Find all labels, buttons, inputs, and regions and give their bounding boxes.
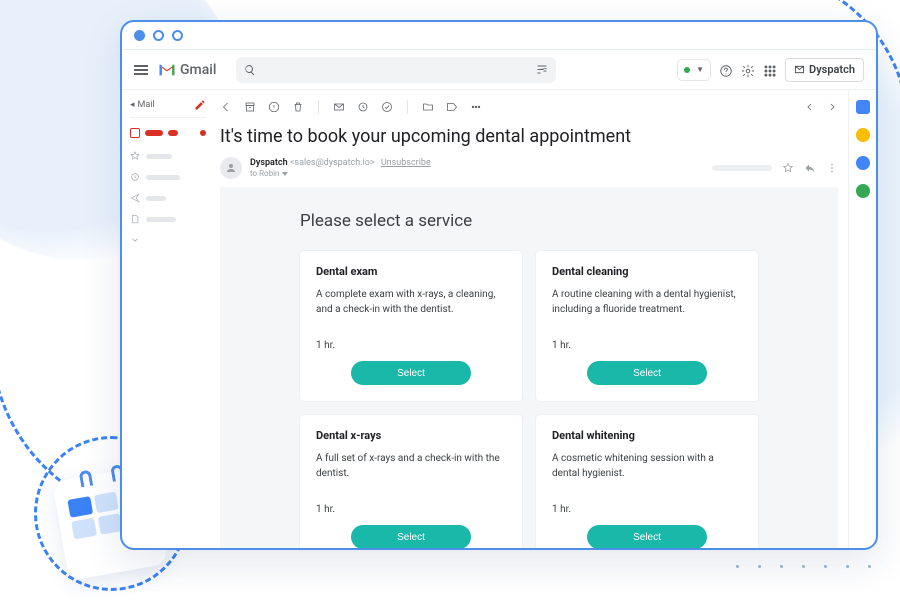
window-control-min[interactable] <box>153 30 164 41</box>
envelope-icon <box>794 64 805 75</box>
draft-icon <box>130 214 140 224</box>
status-selector[interactable]: ▼ <box>677 59 711 81</box>
service-duration: 1 hr. <box>552 504 742 515</box>
gmail-logo-text: Gmail <box>180 62 216 78</box>
calendar-addon-icon[interactable] <box>856 100 870 114</box>
label-icon[interactable] <box>446 101 458 113</box>
service-desc: A cosmetic whitening session with a dent… <box>552 452 742 490</box>
gmail-header: Gmail ▼ Dyspatch <box>122 50 876 90</box>
select-button[interactable]: Select <box>351 525 471 548</box>
archive-icon[interactable] <box>244 101 256 113</box>
spam-icon[interactable] <box>268 101 280 113</box>
gmail-m-icon <box>158 63 176 77</box>
move-icon[interactable] <box>422 101 434 113</box>
service-duration: 1 hr. <box>316 504 506 515</box>
back-icon[interactable] <box>220 101 232 113</box>
prev-msg-icon[interactable] <box>804 101 816 113</box>
sender-row: Dyspatch <sales@dyspatch.io> Unsubscribe… <box>220 157 838 179</box>
sidebar-item-starred[interactable] <box>130 148 206 164</box>
inbox-checkbox-icon <box>130 128 140 138</box>
select-button[interactable]: Select <box>587 525 707 548</box>
sidebar-inbox-tab[interactable] <box>130 124 206 142</box>
reply-icon[interactable] <box>804 162 816 174</box>
service-title: Dental x-rays <box>316 429 506 442</box>
sidebar-item-drafts[interactable] <box>130 211 206 227</box>
service-card: Dental exam A complete exam with x-rays,… <box>300 251 522 401</box>
clock-icon <box>130 172 140 182</box>
service-title: Dental exam <box>316 265 506 278</box>
window-control-close[interactable] <box>134 30 145 41</box>
add-task-icon[interactable] <box>381 101 393 113</box>
recipient-line: to Robin <box>250 169 279 178</box>
sender-name: Dyspatch <box>250 158 288 168</box>
menu-icon[interactable] <box>134 65 148 75</box>
email-body: Please select a service Dental exam A co… <box>220 187 838 548</box>
chevron-down-icon: ▼ <box>696 65 704 74</box>
select-button[interactable]: Select <box>587 361 707 385</box>
chevron-down-icon <box>130 235 140 245</box>
dyspatch-addon-label: Dyspatch <box>809 63 855 76</box>
window-titlebar <box>122 22 876 50</box>
tune-icon[interactable] <box>536 64 548 76</box>
search-icon <box>244 64 256 76</box>
dyspatch-addon-button[interactable]: Dyspatch <box>785 58 864 82</box>
service-card: Dental whitening A cosmetic whitening se… <box>536 415 758 548</box>
message-toolbar <box>220 94 838 120</box>
sidebar: ◂ Mail <box>122 90 214 548</box>
search-input[interactable] <box>236 57 556 83</box>
contacts-addon-icon[interactable] <box>856 184 870 198</box>
browser-window: Gmail ▼ Dyspatch ◂ Mail <box>120 20 878 550</box>
sidebar-item-snoozed[interactable] <box>130 169 206 185</box>
timestamp-placeholder <box>712 165 772 171</box>
star-message-icon[interactable] <box>782 162 794 174</box>
message-pane: It's time to book your upcoming dental a… <box>214 90 848 548</box>
mark-unread-icon[interactable] <box>333 101 345 113</box>
sender-avatar[interactable] <box>220 157 242 179</box>
tasks-addon-icon[interactable] <box>856 156 870 170</box>
star-icon <box>130 151 140 161</box>
snooze-icon[interactable] <box>357 101 369 113</box>
sidebar-item-sent[interactable] <box>130 190 206 206</box>
compose-icon[interactable] <box>194 99 206 111</box>
window-control-max[interactable] <box>172 30 183 41</box>
support-icon[interactable] <box>719 63 733 77</box>
keep-addon-icon[interactable] <box>856 128 870 142</box>
service-title: Dental whitening <box>552 429 742 442</box>
sidebar-mail-label: Mail <box>138 100 155 110</box>
side-panel <box>848 90 876 548</box>
sent-icon <box>130 193 140 203</box>
recipient-expand-icon[interactable] <box>282 172 288 176</box>
delete-icon[interactable] <box>292 101 304 113</box>
sidebar-mail-header: ◂ Mail <box>130 96 206 118</box>
select-button[interactable]: Select <box>351 361 471 385</box>
sidebar-item-more[interactable] <box>130 232 206 248</box>
more-icon[interactable] <box>470 101 482 113</box>
apps-icon[interactable] <box>763 63 777 77</box>
service-title: Dental cleaning <box>552 265 742 278</box>
gmail-logo[interactable]: Gmail <box>158 62 216 78</box>
service-selector-heading: Please select a service <box>300 211 758 231</box>
service-cards: Dental exam A complete exam with x-rays,… <box>300 251 758 548</box>
more-msg-icon[interactable] <box>826 162 838 174</box>
service-desc: A complete exam with x-rays, a cleaning,… <box>316 288 506 326</box>
sender-email: <sales@dyspatch.io> <box>290 158 375 168</box>
service-card: Dental cleaning A routine cleaning with … <box>536 251 758 401</box>
service-desc: A full set of x-rays and a check-in with… <box>316 452 506 490</box>
header-right: ▼ Dyspatch <box>677 58 864 82</box>
status-dot-icon <box>684 67 690 73</box>
unsubscribe-link[interactable]: Unsubscribe <box>381 158 431 168</box>
service-duration: 1 hr. <box>316 340 506 351</box>
service-duration: 1 hr. <box>552 340 742 351</box>
settings-icon[interactable] <box>741 63 755 77</box>
email-subject: It's time to book your upcoming dental a… <box>220 126 838 147</box>
service-desc: A routine cleaning with a dental hygieni… <box>552 288 742 326</box>
next-msg-icon[interactable] <box>826 101 838 113</box>
service-card: Dental x-rays A full set of x-rays and a… <box>300 415 522 548</box>
